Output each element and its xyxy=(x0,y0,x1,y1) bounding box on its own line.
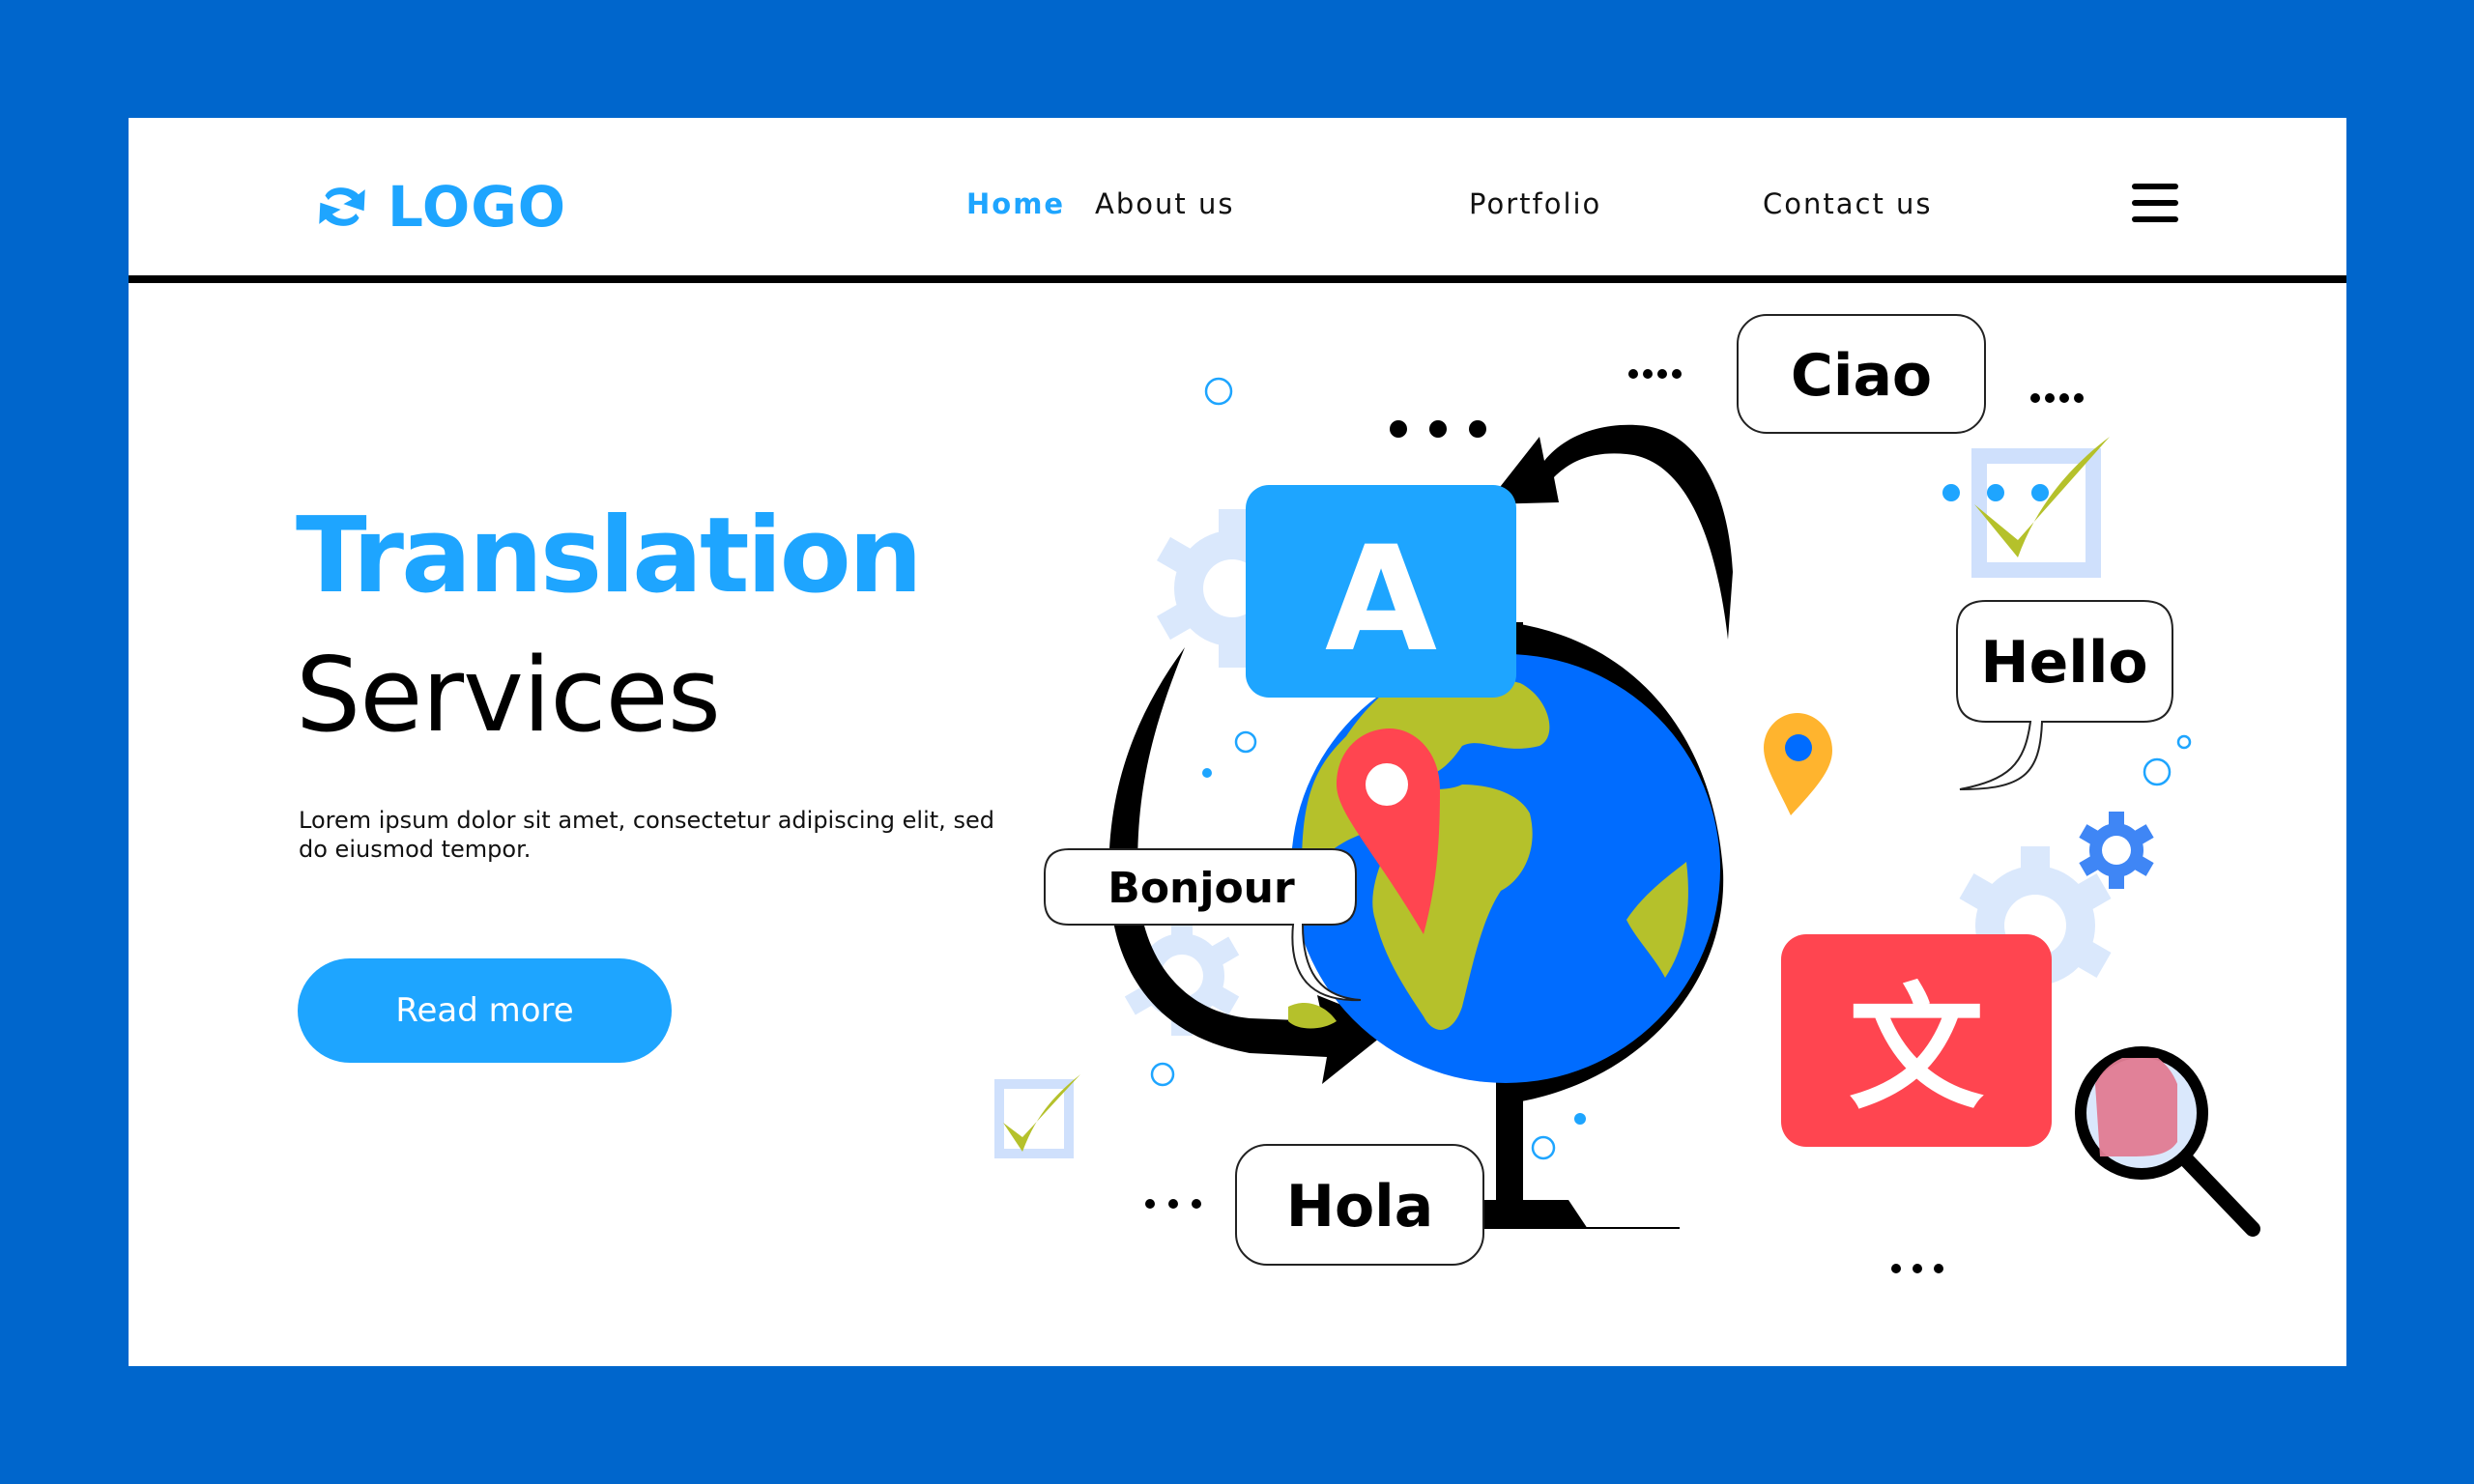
landing-page: LOGO Home About us Portfolio Contact us … xyxy=(129,118,2346,1366)
nav-about-us[interactable]: About us xyxy=(1095,187,1234,220)
decor-circles xyxy=(1150,377,2192,1160)
nav-home[interactable]: Home xyxy=(966,187,1065,220)
nav-portfolio[interactable]: Portfolio xyxy=(1469,187,1601,220)
speech-bubble-ciao: Ciao xyxy=(1737,314,1986,434)
gear-icon xyxy=(1156,509,1309,668)
hero-title-highlight: Translation xyxy=(296,496,923,616)
main-nav: Home About us Portfolio Contact us xyxy=(129,187,2346,226)
globe-stand xyxy=(1341,622,1724,1229)
location-pin-icon xyxy=(1337,728,1440,934)
nav-contact-us[interactable]: Contact us xyxy=(1763,187,1933,220)
magnifier-icon xyxy=(2075,1046,2260,1237)
gear-icon xyxy=(2079,812,2154,889)
hamburger-menu-icon[interactable] xyxy=(2132,184,2178,222)
speech-bubble-bonjour: Bonjour xyxy=(1044,848,1362,1002)
read-more-button[interactable]: Read more xyxy=(298,958,672,1063)
site-header: LOGO Home About us Portfolio Contact us xyxy=(129,118,2346,275)
svg-text:Hello: Hello xyxy=(1980,629,2147,697)
location-pin-icon xyxy=(1764,713,1832,815)
checkbox-icon xyxy=(1971,437,2110,578)
svg-text:Hola: Hola xyxy=(1286,1173,1434,1241)
hero-description: Lorem ipsum dolor sit amet, consectetur … xyxy=(299,807,994,863)
letter-card: A xyxy=(1246,485,1516,698)
speech-bubble-hola: Hola xyxy=(1235,1144,1484,1266)
svg-text:Bonjour: Bonjour xyxy=(1108,864,1295,913)
hero-title: Services xyxy=(296,636,721,755)
globe-icon xyxy=(1288,654,1720,1083)
gear-icon xyxy=(1124,916,1240,1036)
svg-text:Ciao: Ciao xyxy=(1791,342,1932,410)
decor-dots xyxy=(1202,484,2049,1125)
speech-bubble-hello: Hello xyxy=(1956,600,2173,790)
glyph-card: 文 xyxy=(1781,934,2052,1147)
header-divider xyxy=(129,275,2346,283)
gear-icon xyxy=(1959,846,2112,1005)
curved-arrow-icon xyxy=(1108,424,1733,1084)
letter-card-text: A xyxy=(1325,516,1437,684)
glyph-card-text: 文 xyxy=(1849,971,1984,1128)
ellipsis-dots xyxy=(1145,369,2084,1273)
checkbox-icon xyxy=(994,1074,1080,1158)
